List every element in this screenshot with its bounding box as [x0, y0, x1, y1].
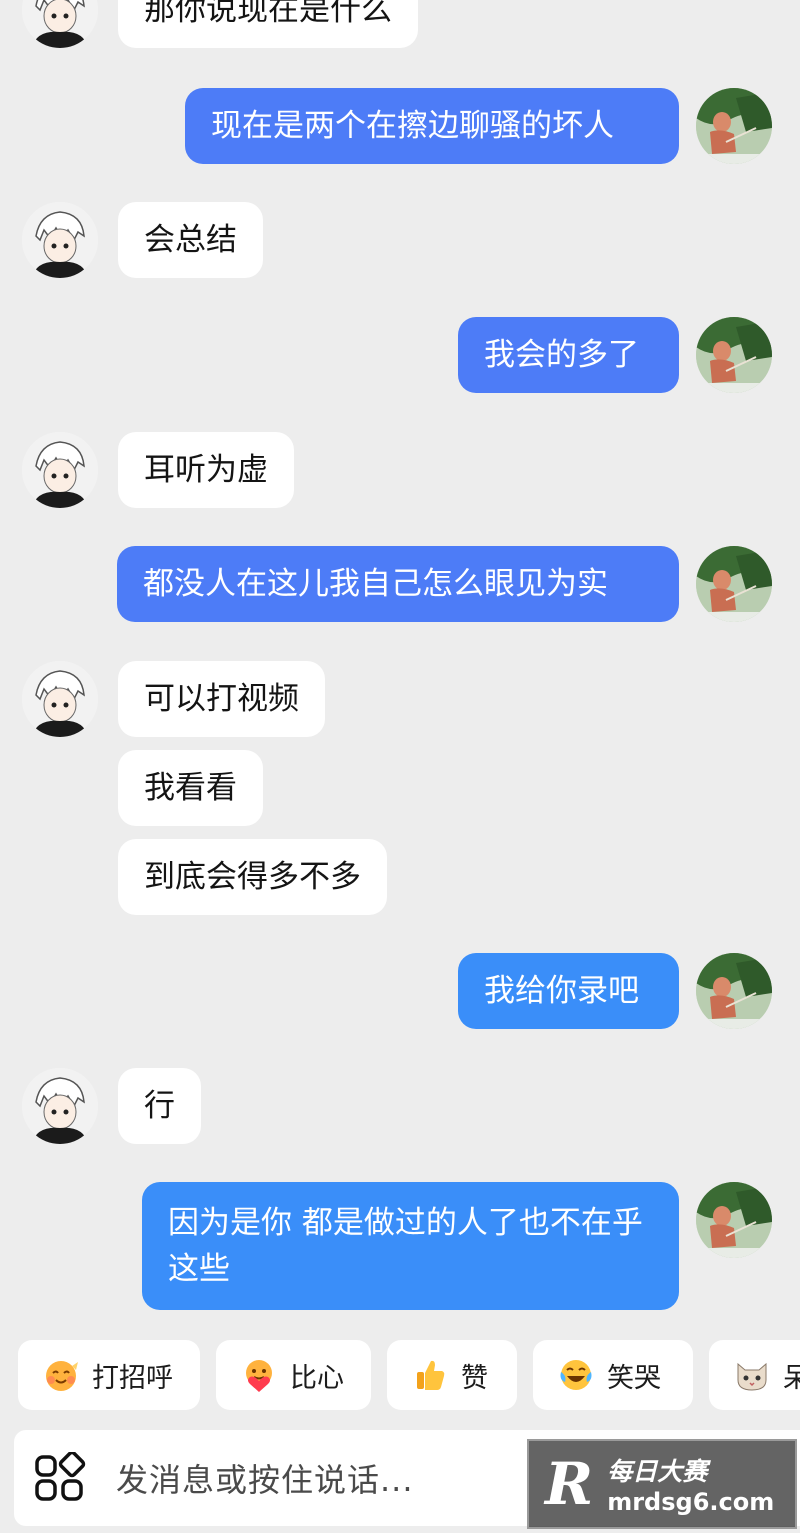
watermark-url: mrdsg6.com	[607, 1488, 775, 1516]
outgoing-message-bubble[interactable]: 都没人在这儿我自己怎么眼见为实	[117, 546, 679, 622]
outgoing-message-bubble[interactable]: 因为是你 都是做过的人了也不在乎这些	[142, 1182, 679, 1310]
quick-reply-blank[interactable]: 呆	[709, 1340, 800, 1410]
apps-grid-icon[interactable]	[34, 1452, 86, 1504]
quick-reply-heart[interactable]: 比心	[216, 1340, 371, 1410]
watermark-name: 每日大赛	[607, 1457, 708, 1486]
incoming-message-bubble[interactable]: 行	[118, 1068, 201, 1144]
quick-reply-laugh-cry[interactable]: 笑哭	[533, 1340, 693, 1410]
chip-label: 打招呼	[92, 1362, 173, 1394]
watermark-r-logo: R	[545, 1450, 594, 1518]
user-avatar[interactable]	[696, 546, 772, 622]
cat-face-emoji-icon	[737, 1362, 767, 1391]
user-avatar[interactable]	[696, 1182, 772, 1258]
chip-label: 呆	[783, 1362, 800, 1394]
quick-reply-bar[interactable]: 打招呼 比心 赞 笑哭 呆	[0, 1340, 800, 1414]
contact-avatar[interactable]	[22, 661, 98, 737]
outgoing-message-bubble[interactable]: 现在是两个在擦边聊骚的坏人	[185, 88, 679, 164]
user-avatar[interactable]	[696, 953, 772, 1029]
message-input[interactable]: 发消息或按住说话...	[116, 1455, 414, 1501]
contact-avatar[interactable]	[22, 0, 98, 48]
incoming-message-bubble[interactable]: 会总结	[118, 202, 263, 278]
incoming-message-bubble[interactable]: 我看看	[118, 750, 263, 826]
incoming-message-bubble[interactable]: 可以打视频	[118, 661, 325, 737]
thumbs-up-emoji-icon	[417, 1360, 445, 1390]
wave-smile-emoji-icon	[46, 1361, 78, 1391]
incoming-message-bubble[interactable]: 那你说现在是什么	[118, 0, 418, 48]
heart-hands-emoji-icon	[246, 1360, 272, 1392]
outgoing-message-bubble[interactable]: 我会的多了	[458, 317, 679, 393]
chip-label: 比心	[290, 1362, 344, 1394]
user-avatar[interactable]	[696, 88, 772, 164]
contact-avatar[interactable]	[22, 432, 98, 508]
chip-label: 赞	[461, 1362, 488, 1394]
incoming-message-bubble[interactable]: 耳听为虚	[118, 432, 294, 508]
chip-label: 笑哭	[607, 1362, 661, 1394]
contact-avatar[interactable]	[22, 1068, 98, 1144]
quick-reply-like[interactable]: 赞	[387, 1340, 517, 1410]
outgoing-message-bubble[interactable]: 我给你录吧	[458, 953, 679, 1029]
chat-message-list[interactable]: 那你说现在是什么 现在是两个在擦边聊骚的坏人 会总结 我会的多了 耳听为虚 都没…	[0, 0, 800, 1330]
user-avatar[interactable]	[696, 317, 772, 393]
incoming-message-bubble[interactable]: 到底会得多不多	[118, 839, 387, 915]
quick-reply-greet[interactable]: 打招呼	[18, 1340, 200, 1410]
contact-avatar[interactable]	[22, 202, 98, 278]
laugh-cry-emoji-icon	[560, 1360, 592, 1390]
watermark-logo: R 每日大赛 mrdsg6.com	[527, 1439, 797, 1529]
